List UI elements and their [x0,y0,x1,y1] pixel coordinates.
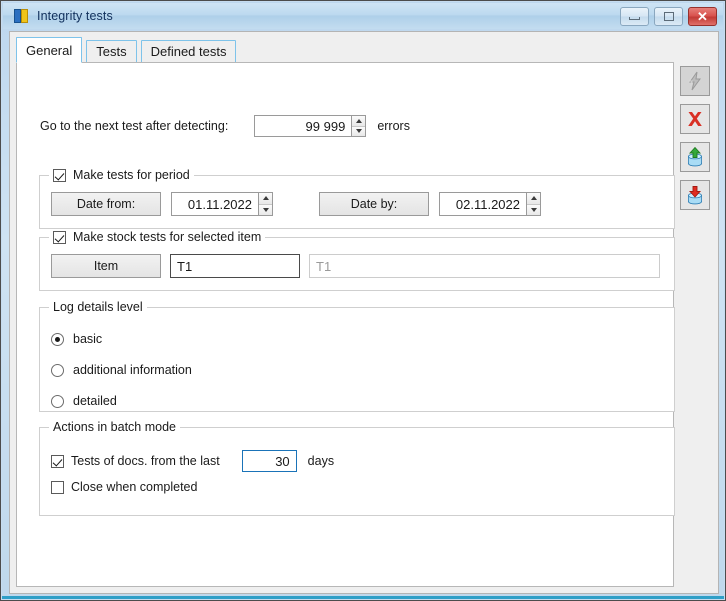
database-export-icon [688,186,702,205]
title-bar[interactable]: Integrity tests ✕ [3,3,723,29]
cancel-button[interactable] [680,104,710,134]
errors-threshold-value[interactable]: 99 999 [255,116,351,136]
tab-general[interactable]: General [16,37,83,63]
chevron-up-icon [530,196,537,201]
date-from-stepper[interactable]: 01.11.2022 [171,192,273,216]
window-title: Integrity tests [37,9,113,23]
window-controls: ✕ [620,7,717,26]
chevron-down-icon [530,207,537,212]
chevron-up-icon [262,196,269,201]
minimize-button[interactable] [620,7,649,26]
next-test-label: Go to the next test after detecting: [40,119,229,133]
date-by-stepper[interactable]: 02.11.2022 [439,192,541,216]
client-area: General Tests Defined tests Go to the ne… [9,31,719,594]
errors-threshold-increment-button[interactable] [352,116,366,127]
date-by-spin-buttons [526,193,540,215]
period-group-label: Make tests for period [73,168,190,182]
minimize-icon [629,17,640,20]
chevron-down-icon [355,129,362,134]
database-import-icon [688,146,702,167]
log-option-basic-label: basic [73,332,103,346]
stock-controls-row: Item T1 T1 [51,254,660,278]
period-group-header: Make tests for period [49,167,194,183]
item-code-input[interactable]: T1 [170,254,300,278]
log-option-basic[interactable]: basic [51,330,192,348]
date-from-increment-button[interactable] [259,193,272,205]
errors-threshold-stepper[interactable]: 99 999 [254,115,367,137]
chevron-up-icon [355,118,362,123]
stock-group-header: Make stock tests for selected item [49,229,266,245]
tab-defined-tests[interactable]: Defined tests [140,40,237,63]
log-option-additional-radio[interactable] [51,363,64,377]
log-details-group-label: Log details level [53,300,143,314]
log-option-detailed[interactable]: detailed [51,392,192,410]
load-settings-button[interactable] [680,142,710,172]
batch-actions-group-label: Actions in batch mode [53,420,176,434]
batch-actions-group: Actions in batch mode Tests of docs. fro… [39,419,675,516]
period-group: Make tests for period Date from: 01.11.2… [39,167,675,229]
item-button-label: Item [93,259,119,273]
log-option-detailed-label: detailed [73,394,117,408]
log-option-detailed-radio[interactable] [51,394,64,408]
errors-threshold-spin-buttons [351,116,366,136]
stock-group-checkbox[interactable] [53,230,66,244]
date-from-decrement-button[interactable] [259,204,272,215]
red-x-icon [688,112,702,126]
integrity-tests-window: Integrity tests ✕ General Tests Defined … [0,0,726,601]
maximize-icon [663,12,674,21]
period-controls-row: Date from: 01.11.2022 Date by: 02.11.202… [51,192,541,216]
close-button[interactable]: ✕ [688,7,717,26]
chevron-down-icon [262,207,269,212]
run-tests-button[interactable] [680,66,710,96]
log-option-additional[interactable]: additional information [51,361,192,379]
errors-threshold-decrement-button[interactable] [352,126,366,136]
log-details-group-header: Log details level [49,299,147,315]
date-by-button[interactable]: Date by: [319,192,429,216]
errors-unit-label: errors [377,119,410,133]
date-from-button-label: Date from: [76,197,136,211]
date-by-decrement-button[interactable] [527,204,540,215]
maximize-button[interactable] [654,7,683,26]
item-button[interactable]: Item [51,254,161,278]
date-by-increment-button[interactable] [527,193,540,205]
action-toolbar [680,66,712,210]
date-by-value[interactable]: 02.11.2022 [440,193,526,215]
batch-close-checkbox[interactable] [51,480,64,494]
log-option-additional-label: additional information [73,363,192,377]
integrity-tests-icon [13,8,29,24]
stock-group-label: Make stock tests for selected item [73,230,262,244]
window-bottom-accent [2,596,724,599]
period-group-checkbox[interactable] [53,168,66,182]
log-details-options: basic additional information detailed [51,330,192,410]
stock-group: Make stock tests for selected item Item … [39,229,675,291]
lightning-bolt-icon [688,71,701,91]
batch-actions-group-header: Actions in batch mode [49,419,180,435]
batch-close-label: Close when completed [71,480,198,494]
date-from-spin-buttons [258,193,272,215]
tab-general-label: General [26,42,73,58]
batch-docs-row: Tests of docs. from the last 30 days [51,450,334,472]
date-by-button-label: Date by: [350,197,398,211]
batch-docs-days-input[interactable]: 30 [241,450,297,472]
batch-docs-checkbox[interactable] [51,454,64,468]
date-from-value[interactable]: 01.11.2022 [172,193,258,215]
tab-tests-label: Tests [96,44,127,59]
batch-docs-label: Tests of docs. from the last [71,454,220,468]
batch-close-row: Close when completed [51,480,197,494]
date-from-button[interactable]: Date from: [51,192,161,216]
save-settings-button[interactable] [680,180,710,210]
tab-defined-tests-label: Defined tests [150,44,227,59]
tab-strip: General Tests Defined tests [16,37,240,63]
next-test-row: Go to the next test after detecting: 99 … [40,115,660,137]
batch-docs-days-unit-label: days [307,454,335,468]
close-icon: ✕ [697,9,708,24]
general-tab-panel: Go to the next test after detecting: 99 … [16,62,675,587]
log-option-basic-radio[interactable] [51,332,64,346]
tab-tests[interactable]: Tests [86,40,137,63]
item-name-display: T1 [309,254,660,278]
log-details-group: Log details level basic additional infor… [39,299,675,412]
